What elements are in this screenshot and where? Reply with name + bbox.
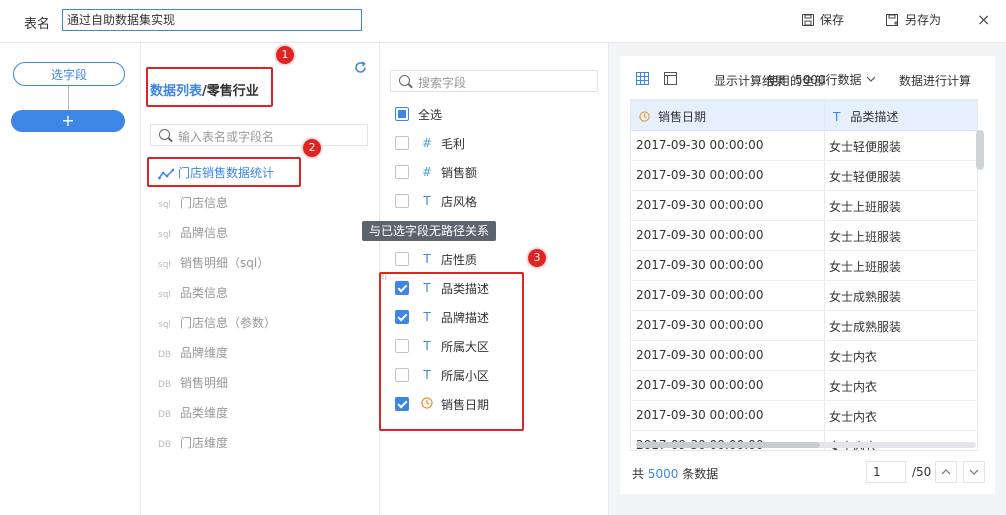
chevron-up-icon: [941, 469, 951, 475]
select-all-row[interactable]: 全选: [395, 105, 442, 123]
table-row: 2017-09-30 00:00:00 女士轻便服装: [631, 160, 977, 191]
field-checkbox[interactable]: [395, 136, 409, 150]
table-row: 2017-09-30 00:00:00 女士上班服装: [631, 220, 977, 251]
field-row[interactable]: # 销售额: [395, 163, 477, 181]
rows-select[interactable]: 5000行数据: [795, 68, 876, 90]
field-search-input[interactable]: 搜索字段: [390, 70, 598, 92]
db-tag: DB: [158, 380, 172, 390]
field-search-placeholder: 搜索字段: [418, 76, 467, 90]
search-icon: [399, 75, 410, 86]
table-item[interactable]: DB 品类维度: [158, 404, 228, 421]
refresh-icon[interactable]: [354, 61, 367, 78]
field-checkbox[interactable]: [395, 165, 409, 179]
add-step-button[interactable]: +: [11, 110, 125, 132]
save-as-button[interactable]: 另存为: [886, 11, 941, 28]
annotation-box-3: [379, 272, 524, 431]
save-label: 保存: [820, 13, 845, 27]
column-header[interactable]: T 品类描述: [833, 108, 898, 125]
step-connector: [68, 86, 69, 110]
sql-tag: sql: [158, 200, 171, 210]
chevron-down-icon: [969, 469, 979, 475]
save-button[interactable]: 保存: [802, 11, 844, 28]
table-item[interactable]: sql 品牌信息: [158, 224, 228, 241]
no-path-tooltip: 与已选字段无路径关系: [362, 221, 496, 241]
table-item[interactable]: sql 门店信息: [158, 194, 228, 211]
annotation-box-2: [147, 157, 301, 187]
annotation-box-1: [146, 67, 273, 107]
sql-tag: sql: [158, 290, 171, 300]
table-name-label: 表名: [24, 17, 51, 32]
row-count: 共 5000 条数据: [632, 467, 719, 481]
table-row: 2017-09-30 00:00:00女士内衣: [631, 340, 977, 371]
text-type-icon: T: [833, 110, 841, 124]
field-row[interactable]: # 毛利: [395, 134, 465, 152]
number-type-icon: #: [421, 136, 433, 150]
vertical-scrollbar[interactable]: [976, 130, 984, 170]
select-all-checkbox[interactable]: [395, 107, 409, 121]
column-header[interactable]: 销售日期: [639, 108, 706, 125]
table-row: 2017-09-30 00:00:00 女士上班服装: [631, 190, 977, 221]
table-row: 2017-09-30 00:00:00 女士上班服装: [631, 250, 977, 281]
preview-table: 销售日期 T 品类描述 2017-09-30 00:00:00 女士轻便服装 201…: [630, 99, 978, 451]
sql-tag: sql: [158, 320, 171, 330]
field-checkbox[interactable]: [395, 252, 409, 266]
table-item[interactable]: DB 销售明细: [158, 374, 228, 391]
layout-view-icon[interactable]: [664, 72, 677, 89]
db-tag: DB: [158, 440, 172, 450]
sql-tag: sql: [158, 230, 171, 240]
text-type-icon: T: [423, 252, 431, 266]
table-row: 2017-09-30 00:00:00女士内衣: [631, 400, 977, 431]
save-icon: [802, 13, 814, 26]
select-field-button[interactable]: 选字段: [13, 62, 125, 86]
table-search-placeholder: 输入表名或字段名: [178, 130, 275, 144]
field-row[interactable]: T 店风格: [395, 192, 477, 210]
calc-description: 数据进行计算: [899, 74, 972, 88]
page-number-input[interactable]: 1: [866, 461, 906, 483]
search-icon: [159, 129, 170, 140]
text-type-icon: T: [423, 194, 431, 208]
sql-tag: sql: [158, 260, 171, 270]
page-total: /50: [912, 465, 932, 479]
save-as-label: 另存为: [905, 13, 942, 27]
annotation-badge-3: 3: [528, 249, 546, 267]
row-count-value: 5000: [647, 467, 679, 481]
field-row[interactable]: T 店性质: [395, 250, 477, 268]
db-tag: DB: [158, 350, 172, 360]
annotation-badge-2: 2: [303, 139, 321, 157]
close-icon[interactable]: ×: [977, 10, 990, 29]
table-item[interactable]: sql 销售明细（sql）: [158, 254, 269, 271]
db-tag: DB: [158, 410, 172, 420]
page-up-button[interactable]: [935, 461, 957, 483]
table-row: 2017-09-30 00:00:00 女士成熟服装: [631, 310, 977, 341]
table-row: 2017-09-30 00:00:00 女士轻便服装: [631, 130, 977, 161]
table-row: 2017-09-30 00:00:00女士内衣: [631, 370, 977, 401]
grid-view-icon[interactable]: [636, 72, 649, 89]
save-as-icon: [886, 13, 898, 26]
table-row: 2017-09-30 00:00:00 女士成熟服装: [631, 280, 977, 311]
field-checkbox[interactable]: [395, 194, 409, 208]
chevron-down-icon: [866, 76, 875, 82]
table-name-input[interactable]: 通过自助数据集实现: [62, 9, 362, 31]
page-down-button[interactable]: [963, 461, 985, 483]
number-type-icon: #: [421, 165, 433, 179]
table-item[interactable]: DB 品牌维度: [158, 344, 228, 361]
table-search-input[interactable]: 输入表名或字段名: [150, 124, 368, 146]
table-item[interactable]: sql 品类信息: [158, 284, 228, 301]
annotation-badge-1: 1: [276, 46, 294, 64]
select-all-label: 全选: [418, 107, 443, 122]
horizontal-scrollbar[interactable]: [636, 442, 820, 448]
table-item[interactable]: DB 门店维度: [158, 434, 228, 451]
table-item[interactable]: sql 门店信息（参数）: [158, 314, 276, 331]
table-header: 销售日期 T 品类描述: [631, 100, 977, 131]
clock-icon: [639, 111, 650, 122]
